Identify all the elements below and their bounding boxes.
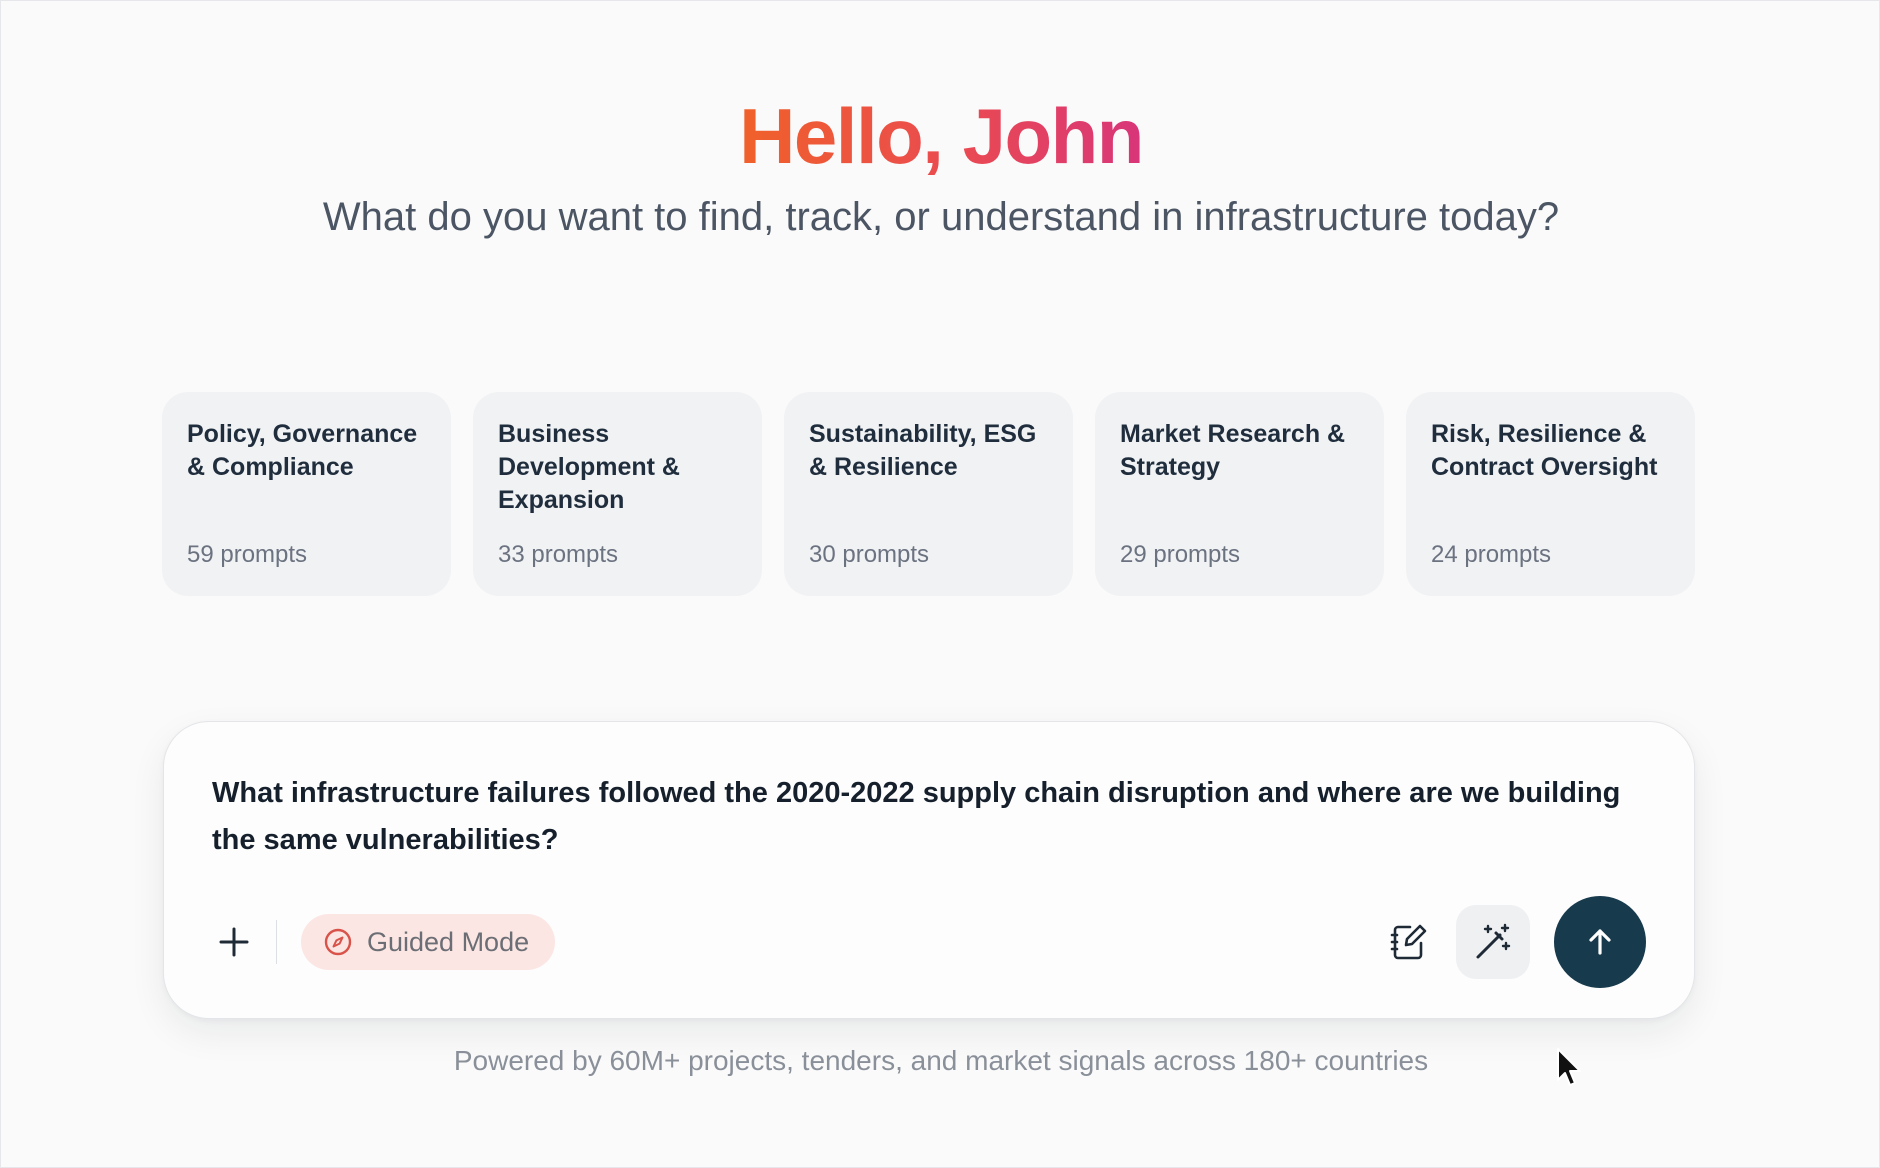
composer-toolbar-left: Guided Mode — [212, 914, 556, 970]
powered-by-note: Powered by 60M+ projects, tenders, and m… — [453, 1045, 1429, 1076]
category-card-risk[interactable]: Risk, Resilience & Contract Oversight 24… — [1406, 392, 1695, 596]
magic-enhance-button[interactable] — [1456, 905, 1530, 979]
notebook-button[interactable] — [1372, 905, 1446, 979]
mouse-cursor-icon — [1557, 1048, 1581, 1086]
category-prompt-count: 29 prompts — [1120, 541, 1241, 568]
greeting-subtitle: What do you want to find, track, or unde… — [322, 195, 1560, 239]
category-prompt-count: 59 prompts — [187, 541, 308, 568]
home-screen: Hello, John What do you want to find, tr… — [0, 0, 1880, 1168]
prompt-categories: Policy, Governance & Compliance 59 promp… — [162, 392, 1695, 596]
send-button[interactable] — [1554, 896, 1646, 988]
toolbar-divider — [276, 920, 277, 964]
category-title: Sustainability, ESG & Resilience — [809, 420, 1037, 481]
category-prompt-count: 30 prompts — [809, 541, 930, 568]
composer-toolbar-right — [1372, 896, 1646, 988]
category-title: Business Development & Expansion — [498, 420, 680, 514]
prompt-composer: What infrastructure failures followed th… — [163, 721, 1695, 1019]
guided-mode-button[interactable]: Guided Mode — [301, 914, 556, 970]
hero: Hello, John What do you want to find, tr… — [1, 91, 1880, 245]
category-prompt-count: 24 prompts — [1431, 541, 1552, 568]
category-prompt-count: 33 prompts — [498, 541, 619, 568]
category-title: Policy, Governance & Compliance — [187, 420, 418, 481]
category-card-market-research[interactable]: Market Research & Strategy 29 prompts — [1095, 392, 1384, 596]
plus-icon — [219, 927, 249, 957]
compass-icon — [324, 928, 352, 956]
add-attachment-button[interactable] — [212, 920, 256, 964]
category-title: Market Research & Strategy — [1120, 420, 1346, 481]
category-title: Risk, Resilience & Contract Oversight — [1431, 420, 1658, 481]
arrow-up-icon — [1589, 929, 1611, 955]
greeting-title: Hello, John — [739, 92, 1144, 180]
prompt-input[interactable]: What infrastructure failures followed th… — [212, 770, 1652, 864]
notebook-edit-icon — [1390, 924, 1427, 960]
guided-mode-label: Guided Mode — [367, 926, 530, 957]
category-card-business-development[interactable]: Business Development & Expansion 33 prom… — [473, 392, 762, 596]
magic-wand-icon — [1476, 923, 1511, 959]
category-card-policy[interactable]: Policy, Governance & Compliance 59 promp… — [162, 392, 451, 596]
category-card-sustainability[interactable]: Sustainability, ESG & Resilience 30 prom… — [784, 392, 1073, 596]
